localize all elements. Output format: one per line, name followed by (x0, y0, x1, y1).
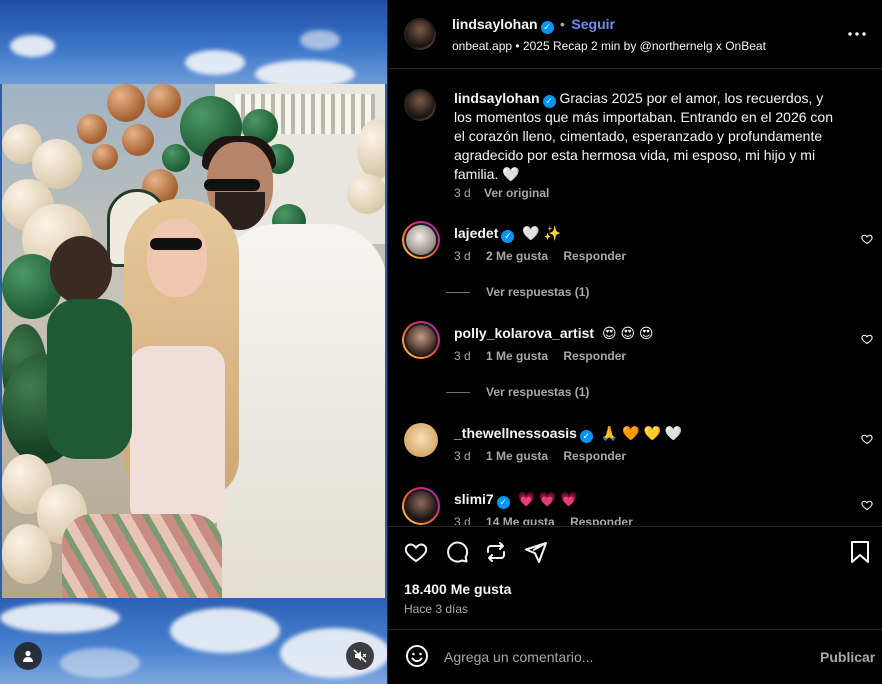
media-top-sky (0, 0, 387, 84)
commenter-username[interactable]: lajedet (454, 225, 498, 241)
comment-likes[interactable]: 1 Me gusta (486, 449, 548, 463)
caption: lindsaylohan ✓ Gracias 2025 por el amor, … (388, 87, 882, 207)
view-replies-button[interactable]: Ver respuestas (1) (446, 285, 589, 299)
post-date[interactable]: Hace 3 días (404, 602, 468, 616)
publish-button[interactable]: Publicar (820, 649, 875, 665)
comment-item: _thewellnessoasis ✓ 🙏 🧡 💛 🤍 3 d 1 Me gust… (402, 421, 882, 481)
share-button[interactable] (522, 538, 550, 566)
commenter-avatar[interactable] (404, 423, 438, 457)
comments-section[interactable]: lindsaylohan ✓ Gracias 2025 por el amor, … (388, 69, 882, 525)
speaker-muted-icon (353, 649, 367, 663)
verified-badge-icon: ✓ (496, 496, 510, 509)
comment-text: 💗 💗 💗 (517, 491, 578, 507)
comment-input[interactable] (444, 647, 794, 667)
bookmark-icon (851, 541, 869, 563)
comment-text: 🙏 🧡 💛 🤍 (600, 425, 683, 441)
commenter-username[interactable]: polly_kolarova_artist (454, 325, 594, 341)
comment-time[interactable]: 3 d (454, 249, 471, 263)
like-comment-icon[interactable] (861, 233, 873, 245)
caption-body: lindsaylohan ✓ Gracias 2025 por el amor, … (454, 89, 844, 184)
comment-composer: Publicar (388, 630, 882, 684)
view-replies-label: Ver respuestas (1) (486, 385, 590, 399)
comment-text: 😍 😍 😍 (601, 325, 654, 341)
comment-likes[interactable]: 1 Me gusta (486, 349, 548, 363)
reply-button[interactable]: Responder (563, 349, 626, 363)
comment-item: polly_kolarova_artist 😍 😍 😍 3 d 1 Me gus… (402, 321, 882, 411)
follow-button[interactable]: Seguir (571, 16, 615, 32)
verified-badge-icon: ✓ (579, 430, 593, 443)
repost-button[interactable] (482, 538, 510, 566)
comment-text: 🤍 ✨ (522, 225, 562, 241)
repost-icon (487, 542, 505, 562)
like-comment-icon[interactable] (861, 499, 873, 511)
reply-button[interactable]: Responder (570, 515, 633, 525)
user-icon (23, 650, 33, 662)
paper-plane-icon (525, 542, 547, 563)
comment-item: slimi7 ✓ 💗 💗 💗 3 d 14 Me gusta Responder (402, 487, 882, 525)
audio-attribution[interactable]: onbeat.app • 2025 Recap 2 min by @northe… (452, 39, 766, 53)
caption-username[interactable]: lindsaylohan (454, 90, 540, 106)
post-header: lindsaylohan ✓ • Seguir onbeat.app • 2025… (388, 0, 882, 68)
author-avatar[interactable] (404, 18, 436, 50)
reply-button[interactable]: Responder (563, 449, 626, 463)
post-panel: lindsaylohan ✓ • Seguir onbeat.app • 2025… (387, 0, 882, 684)
more-options-icon (848, 32, 866, 36)
commenter-username[interactable]: slimi7 (454, 491, 494, 507)
view-replies-button[interactable]: Ver respuestas (1) (446, 385, 589, 399)
post-media[interactable] (0, 0, 387, 684)
like-comment-icon[interactable] (861, 333, 873, 345)
see-original-button[interactable]: Ver original (484, 186, 549, 200)
comment-bubble-icon (447, 541, 469, 563)
emoji-button[interactable] (404, 643, 430, 669)
commenter-avatar[interactable] (402, 321, 440, 359)
reply-button[interactable]: Responder (563, 249, 626, 263)
comment-time[interactable]: 3 d (454, 349, 471, 363)
media-bottom-sky (0, 598, 387, 684)
author-username[interactable]: lindsaylohan (452, 16, 538, 32)
view-replies-label: Ver respuestas (1) (486, 285, 590, 299)
action-bar (388, 527, 882, 577)
tagged-users-button[interactable] (14, 642, 42, 670)
save-button[interactable] (846, 538, 874, 566)
comment-time[interactable]: 3 d (454, 515, 471, 525)
mute-button[interactable] (346, 642, 374, 670)
commenter-avatar[interactable] (402, 487, 440, 525)
separator-dot: • (560, 16, 565, 32)
emoji-smile-icon (406, 645, 428, 667)
family-photo (2, 84, 385, 598)
more-options-button[interactable] (844, 22, 870, 46)
commenter-avatar[interactable] (402, 221, 440, 259)
like-comment-icon[interactable] (861, 433, 873, 445)
commenter-username[interactable]: _thewellnessoasis (454, 425, 577, 441)
comment-item: lajedet ✓ 🤍 ✨ 3 d 2 Me gusta Responder Ve… (402, 221, 882, 311)
likes-count[interactable]: 18.400 Me gusta (404, 581, 511, 597)
comment-likes[interactable]: 2 Me gusta (486, 249, 548, 263)
comment-button[interactable] (443, 538, 471, 566)
heart-icon (404, 543, 428, 563)
caption-avatar[interactable] (404, 89, 436, 121)
comment-likes[interactable]: 14 Me gusta (486, 515, 555, 525)
comment-time[interactable]: 3 d (454, 449, 471, 463)
caption-time[interactable]: 3 d (454, 186, 471, 200)
like-button[interactable] (402, 538, 430, 566)
verified-badge-icon: ✓ (542, 95, 556, 108)
verified-badge-icon: ✓ (540, 21, 554, 34)
verified-badge-icon: ✓ (501, 230, 515, 243)
